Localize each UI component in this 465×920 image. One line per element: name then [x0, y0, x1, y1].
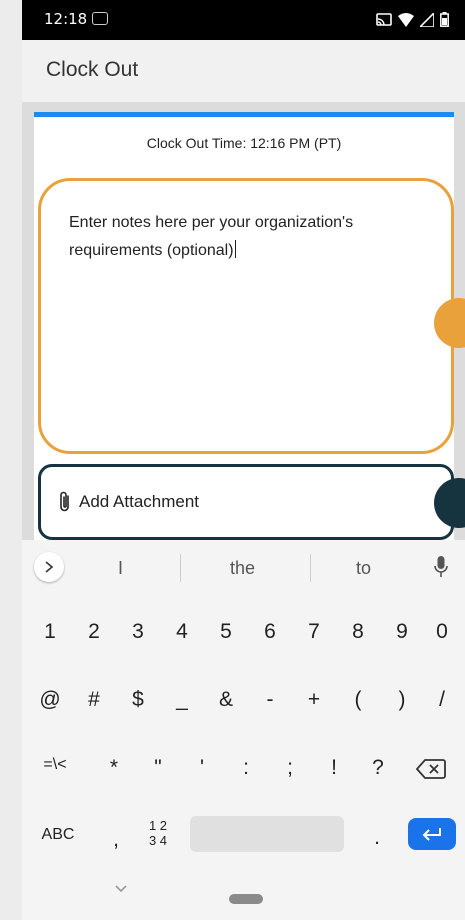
key-question[interactable]: ?	[360, 756, 396, 780]
signal-icon	[420, 12, 434, 27]
key-period[interactable]: .	[359, 826, 395, 850]
text-cursor	[234, 240, 236, 258]
key-dollar[interactable]: $	[120, 688, 156, 712]
status-time: 12:18	[44, 10, 88, 28]
key-4[interactable]: 4	[164, 620, 200, 644]
add-attachment-button[interactable]: Add Attachment	[38, 464, 454, 540]
key-9[interactable]: 9	[384, 620, 420, 644]
key-3[interactable]: 3	[120, 620, 156, 644]
key-semicolon[interactable]: ;	[272, 756, 308, 780]
status-icons	[376, 12, 449, 27]
enter-arrow-icon	[422, 828, 441, 841]
app-bar: Clock Out	[22, 40, 465, 102]
numpad-key[interactable]: 1 2 3 4	[140, 818, 176, 848]
suggestion-3[interactable]: to	[356, 558, 371, 579]
wifi-icon	[398, 12, 414, 27]
key-plus[interactable]: +	[296, 688, 332, 712]
battery-icon	[440, 12, 449, 27]
key-minus[interactable]: -	[252, 688, 288, 712]
key-ampersand[interactable]: &	[208, 688, 244, 712]
numpad-label-bottom: 3 4	[148, 833, 168, 848]
status-bar: 12:18	[22, 0, 465, 40]
key-close-paren[interactable]: )	[384, 688, 420, 712]
key-single-quote[interactable]: '	[184, 756, 220, 780]
key-asterisk[interactable]: *	[96, 756, 132, 780]
notes-text: Enter notes here per your organization's…	[69, 214, 354, 259]
suggestion-bar: I the to	[22, 540, 465, 596]
notes-input[interactable]: Enter notes here per your organization's…	[38, 178, 454, 454]
key-6[interactable]: 6	[252, 620, 288, 644]
numpad-label-top: 1 2	[148, 818, 168, 833]
cast-icon	[376, 12, 392, 26]
key-exclamation[interactable]: !	[316, 756, 352, 780]
key-double-quote[interactable]: "	[140, 756, 176, 780]
expand-suggestions-button[interactable]	[34, 552, 64, 582]
sim-icon	[92, 12, 108, 25]
clock-out-time: Clock Out Time: 12:16 PM (PT)	[146, 135, 342, 151]
phone-screen: 12:18 Clock Out Clock Out Time: 12:16 PM…	[22, 0, 465, 920]
home-pill[interactable]	[229, 894, 263, 904]
chevron-down-icon[interactable]	[114, 884, 128, 894]
backspace-icon[interactable]	[416, 758, 446, 780]
key-0[interactable]: 0	[424, 620, 460, 644]
key-underscore[interactable]: _	[164, 688, 200, 712]
suggestion-divider	[310, 554, 311, 582]
paperclip-icon	[60, 491, 69, 512]
key-colon[interactable]: :	[228, 756, 264, 780]
key-8[interactable]: 8	[340, 620, 376, 644]
page-title: Clock Out	[46, 58, 139, 81]
key-2[interactable]: 2	[76, 620, 112, 644]
suggestion-1[interactable]: I	[118, 558, 123, 579]
microphone-icon[interactable]	[434, 555, 448, 579]
space-bar[interactable]	[190, 816, 344, 852]
enter-key[interactable]	[408, 818, 456, 850]
key-open-paren[interactable]: (	[340, 688, 376, 712]
key-hash[interactable]: #	[76, 688, 112, 712]
navigation-bar	[22, 870, 465, 920]
soft-keyboard: I the to 1 2 3 4 5 6 7 8 9 0 @ # $ _ & -…	[22, 540, 465, 920]
key-at[interactable]: @	[32, 688, 68, 712]
key-5[interactable]: 5	[208, 620, 244, 644]
suggestion-2[interactable]: the	[230, 558, 255, 579]
add-attachment-label: Add Attachment	[79, 492, 200, 511]
key-1[interactable]: 1	[32, 620, 68, 644]
chevron-right-icon	[45, 561, 54, 573]
abc-mode-key[interactable]: ABC	[32, 826, 84, 844]
key-slash[interactable]: /	[424, 688, 460, 712]
key-more-symbols[interactable]: =\<	[34, 756, 76, 774]
suggestion-divider	[180, 554, 181, 582]
key-7[interactable]: 7	[296, 620, 332, 644]
key-comma[interactable]: ,	[98, 828, 134, 852]
